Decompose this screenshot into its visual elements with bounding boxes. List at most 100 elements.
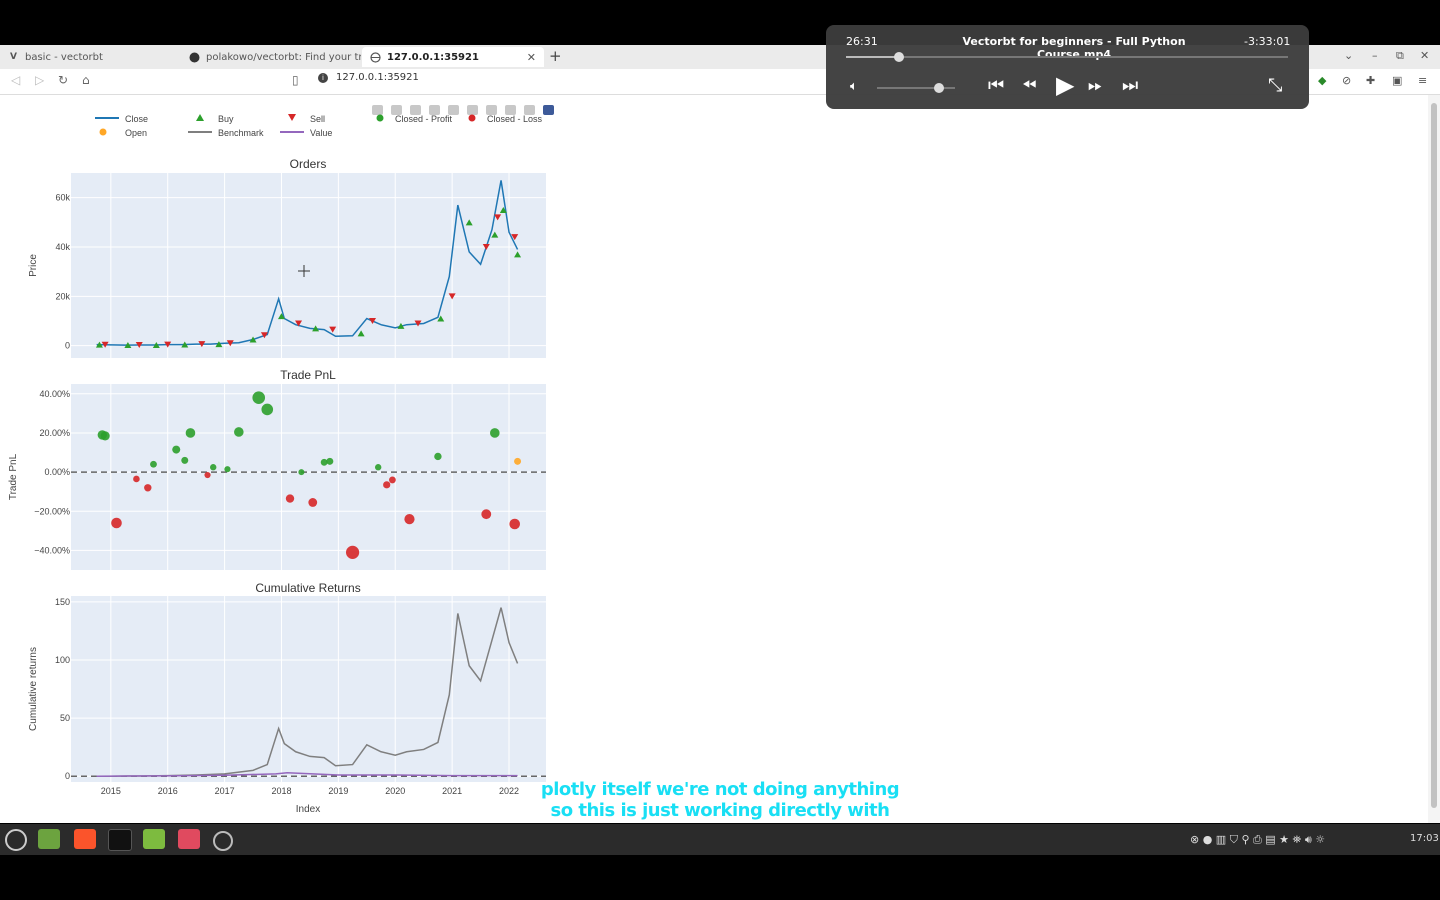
restore-icon[interactable]: ⧉ (1396, 49, 1404, 63)
seek-bar-handle[interactable] (894, 52, 905, 62)
x-axis-label: Index (296, 804, 320, 815)
camera-icon[interactable] (372, 105, 383, 115)
trade-pnl-point (514, 457, 522, 465)
image-viewer-icon[interactable] (178, 829, 200, 849)
trade-pnl-point (389, 476, 396, 484)
trade-pnl-point (490, 428, 500, 438)
legend-sell-label: Sell (310, 114, 325, 124)
tab-localhost[interactable]: 127.0.0.1:35921 ✕ (362, 47, 544, 67)
trade-pnl-point (204, 471, 211, 479)
legend-value-label: Value (310, 128, 332, 138)
x-tick-label: 2021 (442, 786, 462, 796)
trade-pnl-point (308, 498, 318, 507)
legend-buy-swatch (196, 114, 204, 121)
bookmark-icon[interactable]: ▯ (292, 73, 299, 87)
brave-browser-icon[interactable] (74, 829, 96, 849)
subplot-title: Orders (290, 157, 327, 171)
skip-back-icon[interactable]: ⏮︎ (988, 75, 1004, 96)
extension-icon[interactable]: ◆ (1318, 74, 1326, 87)
new-tab-button[interactable]: + (549, 47, 562, 65)
obs-icon[interactable] (213, 831, 233, 851)
trade-pnl-point (185, 428, 196, 438)
y-tick-label: 40k (55, 242, 70, 252)
tray-icons[interactable]: ⊗ ● ▥ ⛉ ⚲ ⎙ ▤ ★ ⛯ 🔊︎ ☼ (1190, 833, 1325, 847)
x-tick-label: 2020 (385, 786, 405, 796)
plotly-page: Close Open Buy Benchmark Sell Value Closed - P… (0, 95, 1428, 823)
trade-pnl-point (133, 475, 140, 483)
terminal-icon[interactable] (108, 829, 132, 851)
y-tick-label: −40.00% (34, 545, 70, 555)
y-tick-label: 0 (65, 771, 70, 781)
mint-menu-icon[interactable] (5, 829, 27, 851)
plotly-logo-icon[interactable] (543, 105, 554, 115)
volume-handle[interactable] (934, 83, 944, 93)
github-icon (189, 52, 200, 63)
trade-pnl-point (111, 517, 122, 529)
close-window-icon[interactable]: ✕ (1420, 49, 1429, 62)
minimize-icon[interactable]: – (1372, 49, 1378, 62)
x-tick-label: 2018 (271, 786, 291, 796)
play-icon[interactable]: ▶︎ (1056, 71, 1074, 99)
reload-icon[interactable]: ↻ (58, 73, 68, 87)
home-icon[interactable]: ⌂ (82, 73, 90, 87)
remaining-time: -3:33:01 (1244, 35, 1291, 48)
legend-closed_profit-swatch (376, 114, 384, 122)
legend-closed_profit-label: Closed - Profit (395, 114, 453, 124)
rewind-icon[interactable]: ⏪︎ (1022, 75, 1036, 96)
trade-pnl-point (234, 427, 244, 437)
site-info-icon[interactable]: i (318, 72, 328, 83)
brave-rewards-icon[interactable]: ⊘ (1342, 74, 1351, 87)
forward-icon[interactable]: ▷ (35, 73, 44, 87)
fast-forward-icon[interactable]: ⏩︎ (1088, 75, 1102, 96)
trade-pnl-point (345, 545, 360, 559)
legend-benchmark-label: Benchmark (218, 128, 264, 138)
tab-vectorbt-docs[interactable]: V basic - vectorbt (0, 47, 180, 67)
trade-pnl-point (374, 464, 382, 471)
trade-pnl-point (172, 445, 181, 454)
close-icon[interactable]: ✕ (527, 51, 536, 64)
url-field[interactable]: i 127.0.0.1:35921 (318, 72, 419, 83)
tab-github-repo[interactable]: polakowo/vectorbt: Find your trad (181, 47, 361, 67)
trade-pnl-point (434, 452, 442, 461)
legend-sell-swatch (288, 114, 296, 121)
wallet-icon[interactable]: ▣ (1392, 74, 1402, 87)
trade-pnl-point (509, 518, 521, 530)
skip-forward-icon[interactable]: ⏭︎ (1122, 75, 1138, 96)
clock: 17:03 (1410, 833, 1439, 844)
x-tick-label: 2017 (215, 786, 235, 796)
menu-icon[interactable]: ≡ (1418, 74, 1427, 87)
trade-pnl-point (210, 464, 217, 471)
tab-title: basic - vectorbt (25, 51, 103, 63)
files-icon[interactable] (143, 829, 165, 849)
scrollbar-thumb[interactable] (1431, 103, 1437, 808)
video-player-overlay: 26:31 Vectorbt for beginners - Full Pyth… (826, 25, 1309, 109)
chevron-down-icon[interactable]: ⌄ (1344, 49, 1353, 62)
trade-pnl-point (326, 457, 334, 465)
trade-pnl-point (383, 481, 391, 489)
volume-icon[interactable]: 🔈︎ (850, 79, 858, 94)
globe-icon (370, 51, 381, 63)
legend-closed_loss-swatch (468, 114, 476, 122)
trade-pnl-point (181, 456, 189, 464)
legend-open-swatch (99, 128, 107, 136)
y-tick-label: 40.00% (39, 389, 70, 399)
y-tick-label: 50 (60, 713, 70, 723)
legend-close-label: Close (125, 114, 148, 124)
trade-pnl-point (252, 391, 266, 405)
legend-buy-label: Buy (218, 114, 234, 124)
trade-pnl-point (150, 460, 157, 468)
y-tick-label: 150 (55, 597, 70, 607)
y-tick-label: 20.00% (39, 428, 70, 438)
seek-bar[interactable] (846, 56, 1288, 58)
trade-pnl-point (224, 466, 231, 473)
plotly-figure[interactable]: Close Open Buy Benchmark Sell Value Closed - P… (0, 95, 1428, 823)
folder-icon[interactable] (38, 829, 60, 849)
puzzle-icon[interactable]: ✚ (1366, 74, 1375, 87)
y-axis-label: Cumulative returns (28, 647, 39, 731)
back-icon[interactable]: ◁ (11, 73, 20, 87)
page-scrollbar[interactable] (1428, 95, 1440, 823)
seek-bar-fill (846, 56, 900, 58)
subtitle-line-2: so this is just working directly with (550, 800, 890, 821)
exit-fullscreen-icon[interactable]: ⤡ (1268, 75, 1282, 96)
zoom-in-icon[interactable] (467, 105, 478, 115)
